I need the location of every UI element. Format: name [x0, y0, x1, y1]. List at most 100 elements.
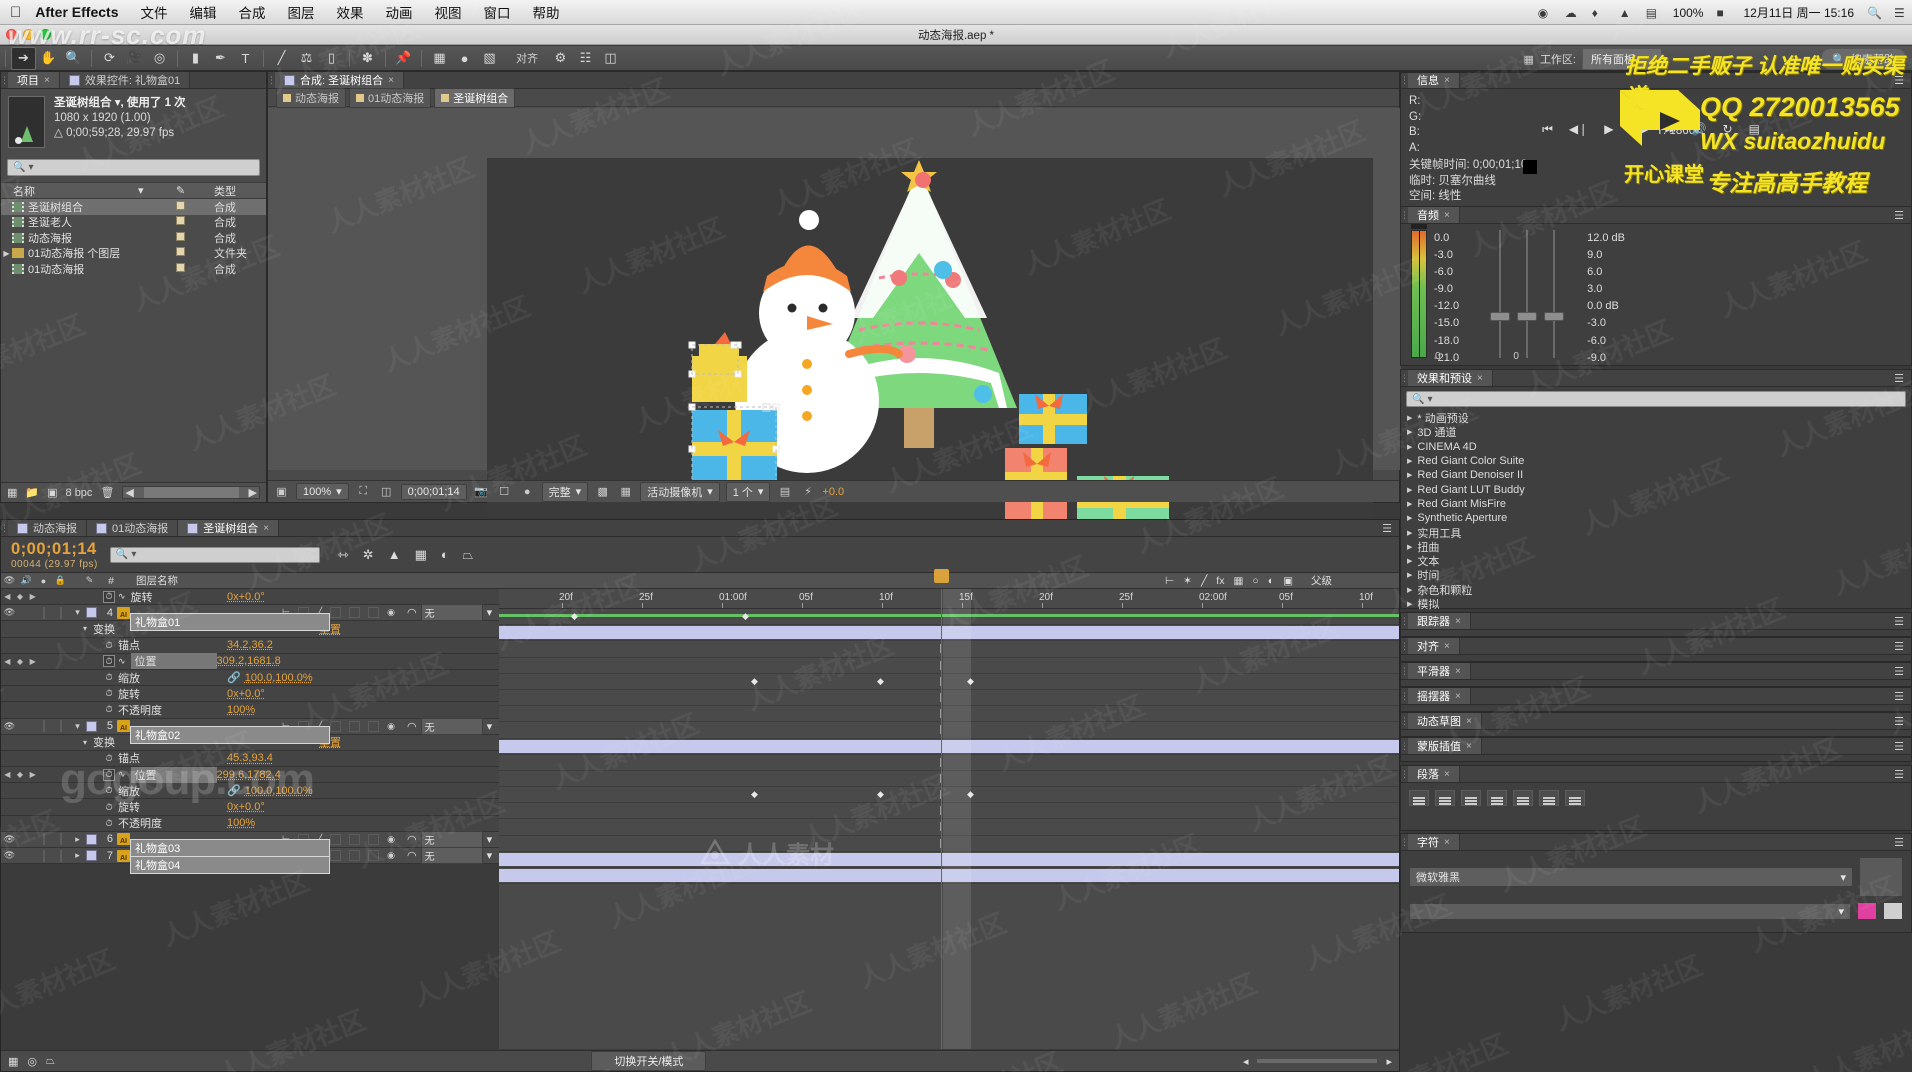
stopwatch-icon[interactable]: ⏱: [103, 639, 115, 651]
panel-grip-icon[interactable]: ⋮: [1400, 370, 1409, 386]
close-icon[interactable]: ×: [1444, 75, 1450, 86]
next-keyframe-icon[interactable]: ▶: [30, 657, 36, 666]
keyframe-navigator[interactable]: ◀ ◆ ▶: [1, 592, 39, 601]
keyframe-marker[interactable]: ◆: [751, 790, 758, 799]
stopwatch-icon[interactable]: ⏱: [103, 590, 115, 603]
panel-grip-icon[interactable]: ⋮: [1400, 638, 1409, 654]
scroll-right-arrow-icon[interactable]: ▶: [249, 486, 257, 499]
layer-lock-toggle[interactable]: [52, 606, 69, 619]
property-name-label[interactable]: 旋转: [131, 589, 227, 605]
chevron-down-icon[interactable]: ▾: [1840, 871, 1846, 884]
current-time-display[interactable]: 0;00;01;14 00044 (29.97 fps): [1, 540, 98, 570]
tab-effect-controls[interactable]: 效果控件: 礼物盒01: [59, 72, 191, 88]
expand-triangle-icon[interactable]: ▶: [1407, 529, 1412, 537]
panel-menu-icon[interactable]: ☰: [1887, 738, 1911, 754]
stroke-color-swatch[interactable]: [1883, 902, 1903, 920]
tab-timeline-0[interactable]: 动态海报: [8, 520, 87, 536]
view-selector[interactable]: 活动摄像机 ▾: [640, 481, 720, 502]
chevron-down-icon[interactable]: ▾: [576, 485, 582, 498]
close-icon[interactable]: ×: [1444, 641, 1450, 652]
expand-triangle-icon[interactable]: ▶: [1, 249, 12, 258]
effects-category-item[interactable]: ▶ 扭曲: [1401, 540, 1911, 554]
panel-menu-icon[interactable]: ☰: [1887, 613, 1911, 629]
previous-frame-icon[interactable]: ◀❘: [1569, 122, 1588, 136]
tab-composition[interactable]: 合成: 圣诞树组合 ×: [275, 72, 404, 88]
effects-category-item[interactable]: ▶ CINEMA 4D: [1401, 440, 1911, 454]
previous-keyframe-icon[interactable]: ◀: [4, 592, 10, 601]
effects-category-item[interactable]: ▶ * 动画预设: [1401, 411, 1911, 425]
effects-category-item[interactable]: ▶ Synthetic Aperture: [1401, 511, 1911, 525]
stopwatch-icon[interactable]: ⏱: [103, 672, 115, 684]
chevron-down-icon[interactable]: ▾: [131, 549, 136, 560]
align-dot-icon[interactable]: ●: [452, 47, 477, 70]
expand-triangle-icon[interactable]: ▶: [1407, 571, 1412, 579]
layer-expand-triangle-icon[interactable]: ▸: [69, 834, 86, 845]
panel-menu-icon[interactable]: ☰: [1887, 638, 1911, 654]
project-item-label-color[interactable]: [176, 216, 214, 228]
layer-parent-cell[interactable]: ◠ 无 ▾: [407, 830, 499, 848]
align-right-icon[interactable]: [1461, 790, 1481, 806]
switch-frameblend-icon[interactable]: [330, 607, 342, 619]
layer-solo-toggle[interactable]: [35, 833, 52, 846]
toggle-switches-modes-button[interactable]: 切换开关/模式: [591, 1051, 707, 1071]
new-folder-icon[interactable]: 📁: [25, 486, 39, 499]
column-header-type[interactable]: 类型: [214, 183, 266, 199]
link-icon[interactable]: 🔗: [227, 672, 241, 684]
panel-menu-icon[interactable]: ☰: [1887, 663, 1911, 679]
sort-chevron-icon[interactable]: ▾: [138, 184, 176, 197]
effects-category-item[interactable]: ▶ 时间: [1401, 568, 1911, 582]
pan-behind-tool-icon[interactable]: ◎: [147, 47, 172, 70]
timeline-layer-row[interactable]: 👁▾5AI礼物盒02⊢╱◉◠无▾: [1, 717, 499, 745]
eraser-tool-icon[interactable]: ▯: [319, 47, 344, 70]
timeline-property-row[interactable]: ◀ ◆ ▶ ⏱ ∿ 位置 309.2,1681.8: [1, 653, 499, 670]
layer-visibility-toggle[interactable]: 👁: [1, 834, 18, 845]
panel-grip-icon[interactable]: ⋮: [0, 72, 9, 88]
property-value-cell[interactable]: 重置: [319, 621, 499, 637]
expand-triangle-icon[interactable]: ▶: [1407, 500, 1412, 508]
apple-logo-icon[interactable]: : [10, 4, 21, 21]
justify-all-icon[interactable]: [1565, 790, 1585, 806]
timeline-zoom-slider[interactable]: [1257, 1059, 1378, 1063]
paragraph-align-buttons[interactable]: [1401, 783, 1911, 813]
keyframe-marker[interactable]: ◆: [877, 790, 884, 799]
panel-grip-icon[interactable]: ⋮: [0, 520, 9, 536]
align-center-icon[interactable]: [1435, 790, 1455, 806]
audio-slider-right[interactable]: [1543, 230, 1564, 358]
timeline-zoom-in-icon[interactable]: ▸: [1386, 1055, 1392, 1068]
parent-pickwhip-icon[interactable]: ◠: [407, 849, 417, 862]
justify-last-right-icon[interactable]: [1539, 790, 1559, 806]
parent-select[interactable]: 无: [420, 847, 483, 865]
parent-select[interactable]: 无: [420, 604, 483, 622]
draft-3d-icon[interactable]: ✲: [363, 547, 374, 563]
transparency-grid-icon[interactable]: ▦: [617, 484, 634, 499]
mini-panel-tab[interactable]: 摇摆器 ×: [1408, 688, 1471, 704]
panel-menu-icon[interactable]: ☰: [1887, 370, 1911, 386]
close-icon[interactable]: ×: [1455, 616, 1461, 627]
slider-knob[interactable]: [1517, 312, 1538, 321]
justify-last-left-icon[interactable]: [1487, 790, 1507, 806]
keyframe-marker[interactable]: ◆: [877, 676, 884, 686]
align-left-icon[interactable]: [1409, 790, 1429, 806]
view-count-selector[interactable]: 1 个 ▾: [725, 481, 771, 502]
switch-3d-icon[interactable]: ◉: [387, 834, 395, 845]
audio-slider-master[interactable]: [1517, 230, 1538, 358]
switch-adjustment-icon[interactable]: [368, 607, 380, 619]
effects-category-item[interactable]: ▶ 模拟: [1401, 597, 1911, 611]
effects-category-item[interactable]: ▶ Red Giant MisFire: [1401, 497, 1911, 511]
layer-parent-cell[interactable]: ◠ 无 ▾: [407, 604, 499, 622]
layer-parent-cell[interactable]: ◠ 无 ▾: [407, 717, 499, 735]
parent-pickwhip-icon[interactable]: ◠: [407, 833, 417, 846]
graph-editor-curve-icon[interactable]: ∿: [118, 656, 126, 667]
switch-adjustment-icon[interactable]: [368, 850, 380, 862]
hide-shy-layers-icon[interactable]: ▲: [388, 547, 401, 563]
switch-3d-icon[interactable]: ◉: [387, 721, 395, 732]
layer-solo-toggle[interactable]: [35, 720, 52, 733]
group-expand-triangle-icon[interactable]: ▾: [83, 624, 87, 633]
chevron-down-icon[interactable]: ▾: [487, 606, 493, 619]
breadcrumb-item-1[interactable]: 01动态海报: [349, 87, 432, 108]
tab-timeline-1[interactable]: 01动态海报: [87, 520, 179, 536]
project-item-label-color[interactable]: [176, 200, 214, 213]
exposure-value[interactable]: +0.0: [822, 486, 844, 498]
safe-zones-icon[interactable]: ⛶: [355, 484, 372, 499]
property-value-cell[interactable]: 重置: [319, 734, 499, 750]
